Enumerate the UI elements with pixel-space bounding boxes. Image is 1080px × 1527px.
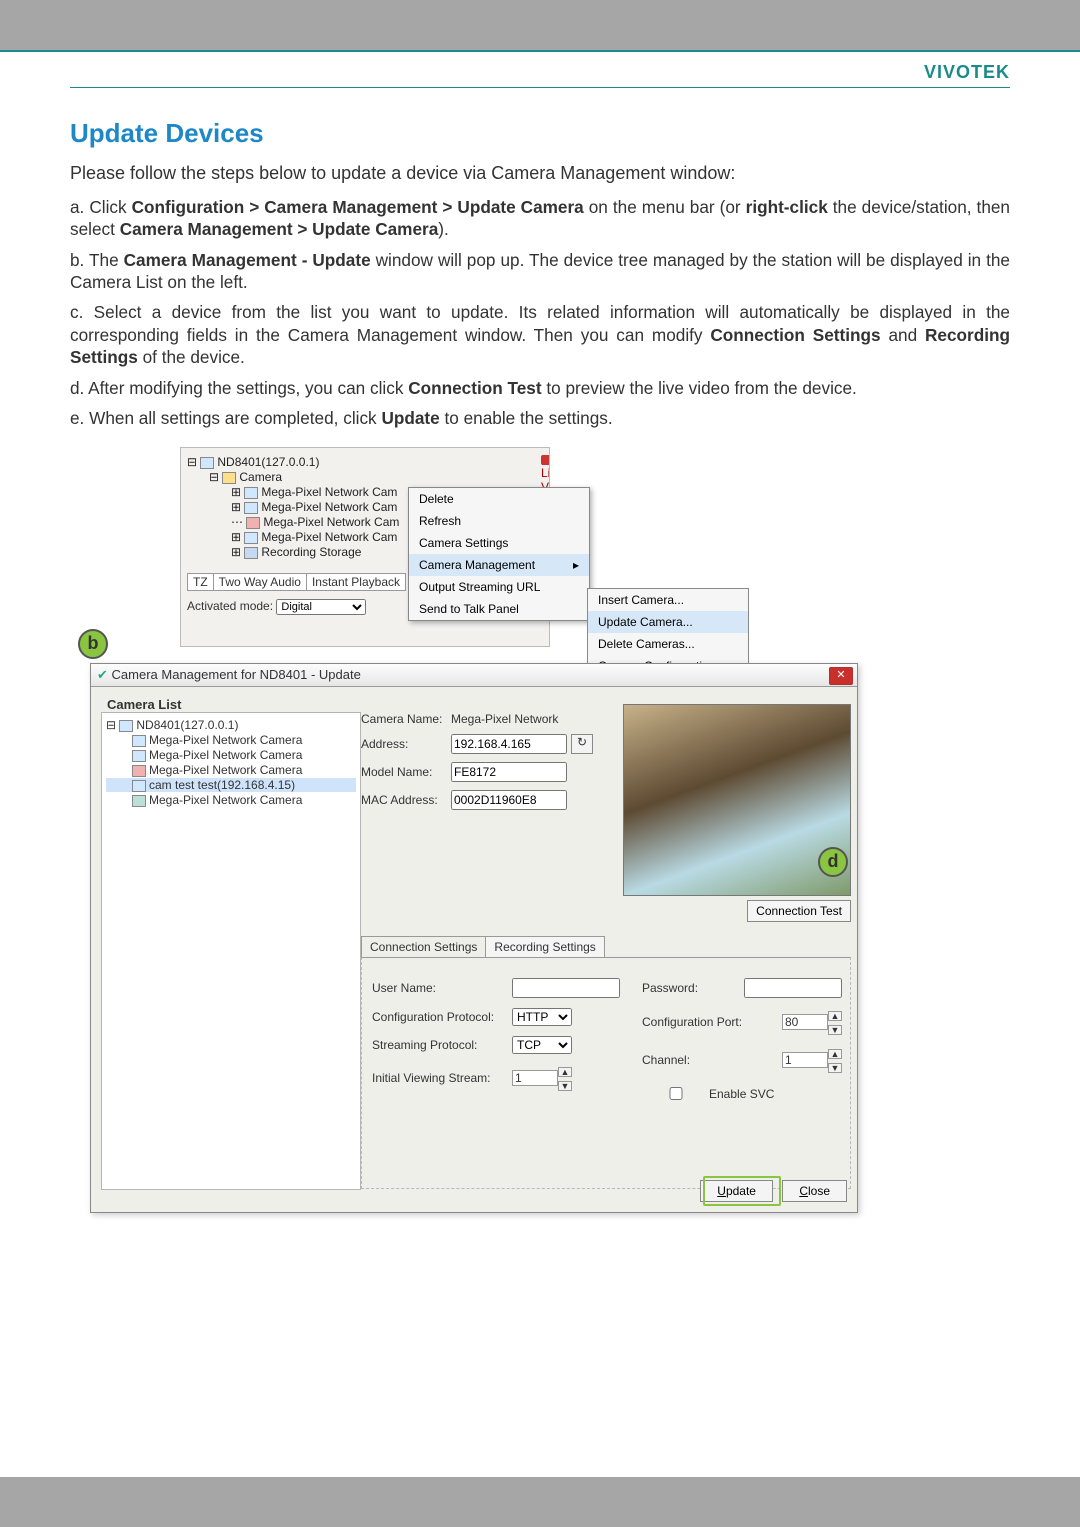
enable-svc-checkbox[interactable] (646, 1087, 706, 1100)
video-preview (623, 704, 851, 896)
initial-viewing-stream-label: Initial Viewing Stream: (372, 1071, 512, 1085)
tree-item[interactable]: Mega-Pixel Network Cam (261, 485, 397, 499)
step-a: a. Click Configuration > Camera Manageme… (70, 196, 1010, 241)
spinner-up-icon[interactable]: ▲ (828, 1011, 842, 1021)
step-d: d. After modifying the settings, you can… (70, 377, 1010, 399)
activated-mode-label: Activated mode: (187, 599, 273, 613)
spinner-up-icon[interactable]: ▲ (828, 1049, 842, 1059)
menu-camera-settings[interactable]: Camera Settings (409, 532, 589, 554)
enable-svc-label: Enable SVC (709, 1087, 774, 1101)
tree-item[interactable]: Mega-Pixel Network Cam (261, 500, 397, 514)
tab-connection-settings[interactable]: Connection Settings (361, 936, 486, 957)
config-port-input[interactable]: 80 (782, 1014, 828, 1030)
station-icon (119, 720, 133, 732)
folder-icon (222, 472, 236, 484)
submenu-update-camera[interactable]: Update Camera... (588, 611, 748, 633)
camera-icon (132, 765, 146, 777)
close-icon[interactable]: ✕ (829, 667, 853, 685)
spinner-down-icon[interactable]: ▼ (828, 1025, 842, 1035)
list-item[interactable]: Mega-Pixel Network Camera (149, 793, 302, 807)
model-name-input[interactable] (451, 762, 567, 782)
tab-recording-settings[interactable]: Recording Settings (485, 936, 604, 957)
password-label: Password: (642, 981, 744, 995)
context-menu: Delete Refresh Camera Settings Camera Ma… (408, 487, 590, 621)
tree-item[interactable]: Mega-Pixel Network Cam (261, 530, 397, 544)
window-title: Camera Management for ND8401 - Update (112, 667, 361, 682)
brand: VIVOTEK (70, 62, 1010, 83)
tree-item[interactable]: Mega-Pixel Network Cam (263, 515, 399, 529)
connection-settings-panel: User Name: Configuration Protocol:HTTP S… (361, 957, 851, 1189)
camera-icon (244, 487, 258, 499)
streaming-protocol-select[interactable]: TCP (512, 1036, 572, 1054)
camera-icon (244, 502, 258, 514)
check-icon: ✔ (97, 667, 108, 682)
refresh-icon[interactable]: ↻ (571, 734, 593, 754)
list-item[interactable]: cam test test(192.168.4.15) (149, 778, 295, 792)
storage-icon (244, 547, 258, 559)
address-input[interactable] (451, 734, 567, 754)
menu-camera-management[interactable]: Camera Management▸ (409, 554, 589, 576)
camera-icon (132, 735, 146, 747)
camera-icon (246, 517, 260, 529)
initial-viewing-stream-input[interactable]: 1 (512, 1070, 558, 1086)
page-heading: Update Devices (70, 118, 1010, 149)
channel-input[interactable]: 1 (782, 1052, 828, 1068)
step-e: e. When all settings are completed, clic… (70, 407, 1010, 429)
channel-label: Channel: (642, 1053, 782, 1067)
menu-refresh[interactable]: Refresh (409, 510, 589, 532)
close-button[interactable]: CCloselose (782, 1180, 847, 1202)
model-name-label: Model Name: (361, 765, 451, 779)
submenu-insert-camera[interactable]: Insert Camera... (588, 589, 748, 611)
activated-mode-select[interactable]: Digital (276, 599, 366, 615)
camera-management-window: ✔ Camera Management for ND8401 - Update … (90, 663, 858, 1213)
station-icon (200, 457, 214, 469)
menu-delete[interactable]: Delete (409, 488, 589, 510)
tab-two-way-audio[interactable]: Two Way Audio (213, 573, 307, 591)
badge-b: b (78, 629, 108, 659)
tree-folder[interactable]: Camera (239, 470, 282, 484)
address-label: Address: (361, 737, 451, 751)
spinner-up-icon[interactable]: ▲ (558, 1067, 572, 1077)
list-item[interactable]: Mega-Pixel Network Camera (149, 748, 302, 762)
list-item[interactable]: Mega-Pixel Network Camera (149, 763, 302, 777)
mac-address-label: MAC Address: (361, 793, 451, 807)
intro-text: Please follow the steps below to update … (70, 163, 1010, 184)
list-item[interactable]: Mega-Pixel Network Camera (149, 733, 302, 747)
menu-send-to-talk-panel[interactable]: Send to Talk Panel (409, 598, 589, 620)
camera-name-value: Mega-Pixel Network (451, 712, 558, 726)
list-item[interactable]: ND8401(127.0.0.1) (136, 718, 238, 732)
config-protocol-label: Configuration Protocol: (372, 1010, 512, 1024)
spinner-down-icon[interactable]: ▼ (828, 1063, 842, 1073)
update-button[interactable]: UUpdatepdate (700, 1180, 773, 1202)
window-title-bar: ✔ Camera Management for ND8401 - Update … (91, 664, 857, 687)
menu-output-streaming-url[interactable]: Output Streaming URL (409, 576, 589, 598)
camera-icon (132, 795, 146, 807)
camera-icon (132, 750, 146, 762)
tree-root[interactable]: ND8401(127.0.0.1) (217, 455, 319, 469)
connection-test-button[interactable]: Connection Test (747, 900, 851, 922)
tab-ptz[interactable]: TZ (187, 573, 214, 591)
submenu-delete-cameras[interactable]: Delete Cameras... (588, 633, 748, 655)
camera-list-tree[interactable]: ⊟ ND8401(127.0.0.1) Mega-Pixel Network C… (101, 712, 361, 1190)
camera-icon (244, 532, 258, 544)
spinner-down-icon[interactable]: ▼ (558, 1081, 572, 1091)
username-input[interactable] (512, 978, 620, 998)
streaming-protocol-label: Streaming Protocol: (372, 1038, 512, 1052)
username-label: User Name: (372, 981, 512, 995)
config-protocol-select[interactable]: HTTP (512, 1008, 572, 1026)
camera-icon (132, 780, 146, 792)
password-input[interactable] (744, 978, 842, 998)
camera-name-label: Camera Name: (361, 712, 451, 726)
tree-item[interactable]: Recording Storage (261, 545, 361, 559)
config-port-label: Configuration Port: (642, 1015, 782, 1029)
mac-address-input[interactable] (451, 790, 567, 810)
tab-instant-playback[interactable]: Instant Playback (306, 573, 406, 591)
step-b: b. The Camera Management - Update window… (70, 249, 1010, 294)
step-c: c. Select a device from the list you wan… (70, 301, 1010, 368)
